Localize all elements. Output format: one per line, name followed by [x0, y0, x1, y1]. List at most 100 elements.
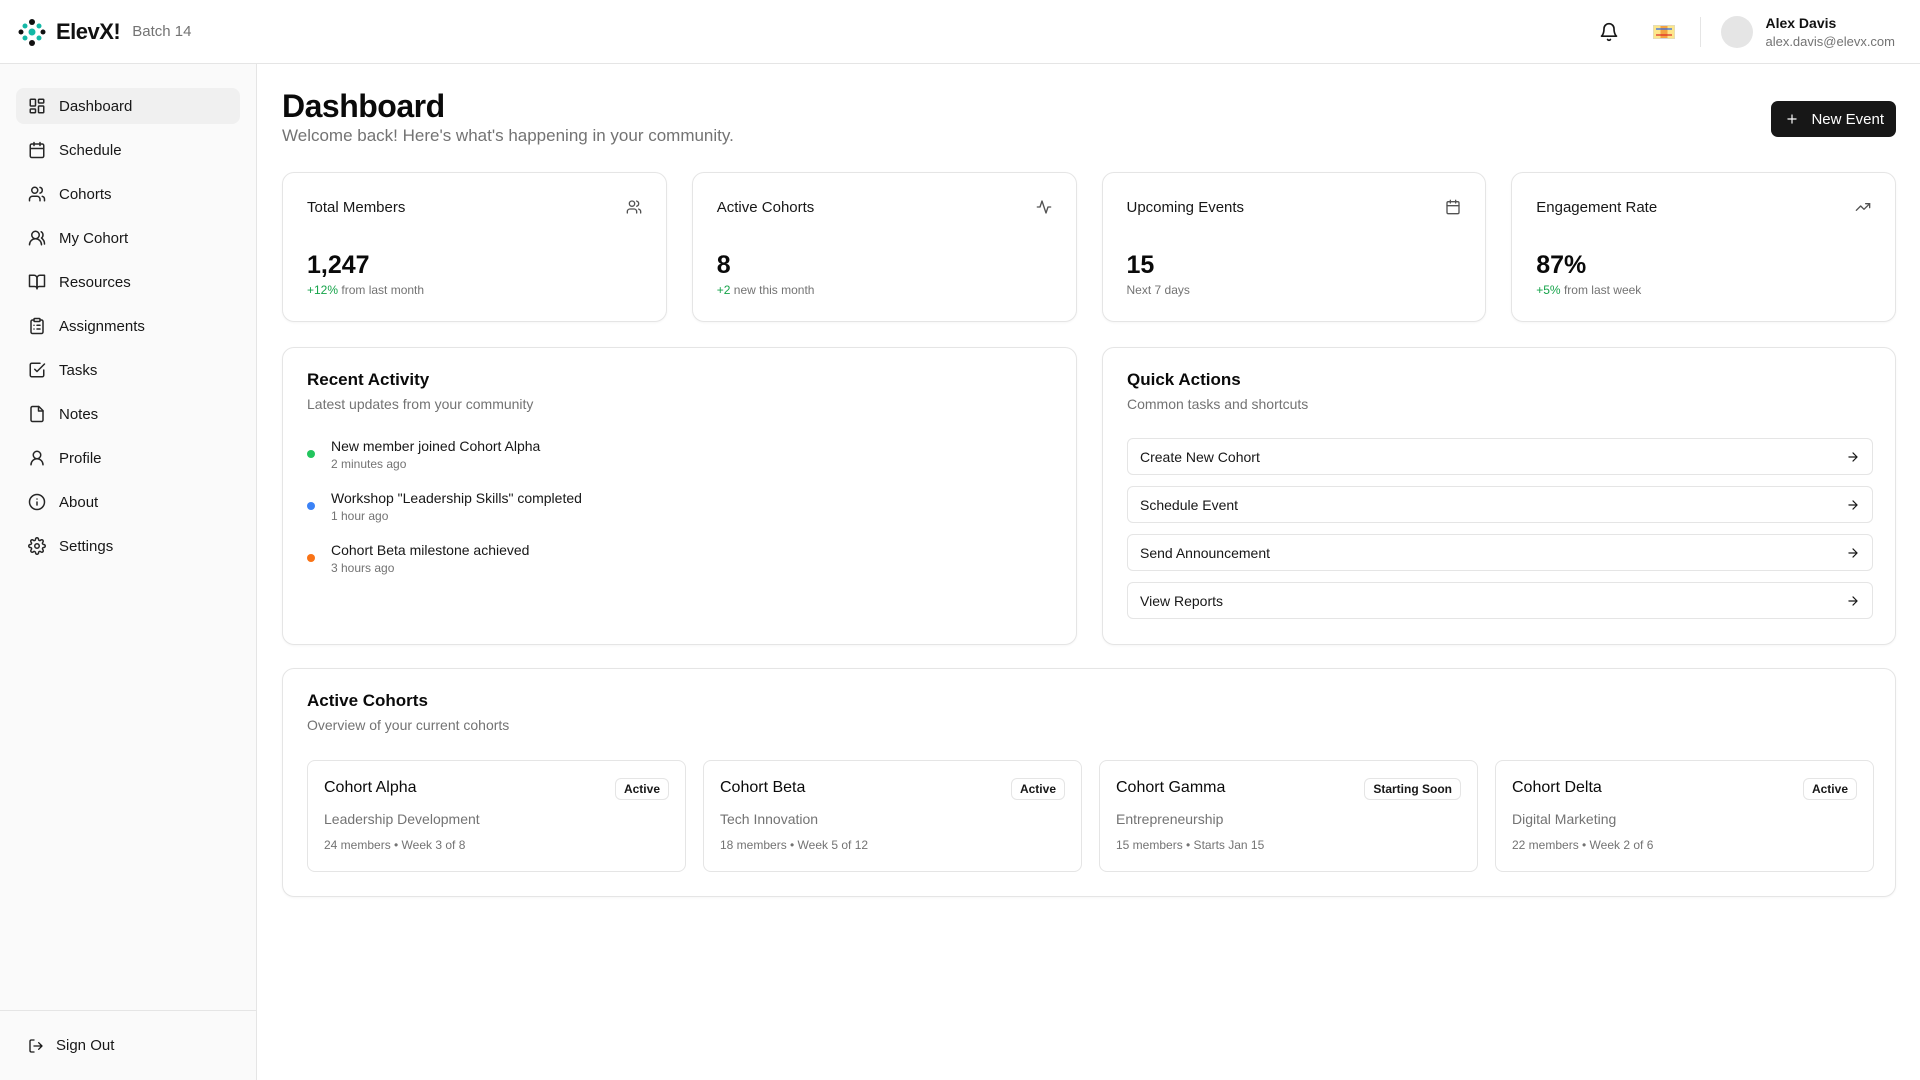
sidebar-item-schedule[interactable]: Schedule: [16, 132, 240, 168]
sidebar-item-label: Schedule: [59, 141, 122, 159]
sidebar-item-label: Assignments: [59, 317, 145, 335]
stat-value: 87%: [1536, 251, 1587, 279]
page-header: Dashboard Welcome back! Here's what's ha…: [282, 64, 1896, 172]
gear-icon: [28, 537, 46, 555]
users-icon: [626, 199, 642, 215]
bell-icon[interactable]: [1599, 22, 1619, 42]
cohort-meta: 24 members • Week 3 of 8: [324, 838, 466, 852]
sidebar-item-label: My Cohort: [59, 229, 129, 247]
cohort-card-beta[interactable]: Cohort Beta Active Tech Innovation 18 me…: [703, 760, 1082, 872]
stat-card-total-members: Total Members 1,247 +12% from last month: [282, 172, 667, 322]
dashboard-icon: [28, 97, 46, 115]
stat-card-active-cohorts: Active Cohorts 8 +2 new this month: [691, 172, 1077, 322]
quick-action-label: Schedule Event: [1140, 496, 1239, 513]
sidebar-item-assignments[interactable]: Assignments: [16, 308, 240, 344]
cohort-card-delta[interactable]: Cohort Delta Active Digital Marketing 22…: [1495, 760, 1874, 872]
sign-out-label: Sign Out: [56, 1037, 115, 1054]
batch-label: Batch 14: [132, 23, 192, 40]
send-announcement-button[interactable]: Send Announcement: [1127, 534, 1873, 571]
status-dot-blue: [307, 502, 315, 510]
note-icon: [28, 405, 46, 423]
top-header: ElevX! Batch 14 Alex Davis alex.davis@el…: [0, 0, 1920, 64]
sidebar-item-profile[interactable]: Profile: [16, 440, 240, 476]
status-badge: Starting Soon: [1364, 778, 1461, 800]
checkbox-icon: [28, 361, 46, 379]
sidebar-item-dashboard[interactable]: Dashboard: [16, 88, 240, 124]
sidebar-item-resources[interactable]: Resources: [16, 264, 240, 300]
sidebar-item-label: Notes: [59, 405, 99, 423]
cohort-meta: 22 members • Week 2 of 6: [1512, 838, 1654, 852]
list-item: New member joined Cohort Alpha 2 minutes…: [307, 438, 582, 490]
new-event-button[interactable]: New Event: [1771, 101, 1896, 137]
sidebar-item-label: Settings: [59, 537, 114, 555]
cohort-name: Cohort Gamma: [1116, 779, 1226, 796]
arrow-right-icon: [1846, 450, 1860, 464]
activity-time: 2 minutes ago: [331, 457, 407, 471]
sidebar-item-label: Cohorts: [59, 185, 112, 203]
activity-list: New member joined Cohort Alpha 2 minutes…: [307, 438, 582, 594]
cohort-grid: Cohort Alpha Active Leadership Developme…: [307, 760, 1874, 872]
cohort-name: Cohort Alpha: [324, 779, 417, 796]
cohort-card-alpha[interactable]: Cohort Alpha Active Leadership Developme…: [307, 760, 686, 872]
cohort-track: Digital Marketing: [1512, 811, 1617, 827]
flag-icon[interactable]: [1653, 24, 1676, 39]
section-title: Recent Activity: [307, 370, 430, 389]
active-cohorts-card: Active Cohorts Overview of your current …: [282, 668, 1896, 897]
sidebar-item-my-cohort[interactable]: My Cohort: [16, 220, 240, 256]
stat-delta: +5%: [1536, 283, 1561, 297]
sidebar-item-notes[interactable]: Notes: [16, 396, 240, 432]
status-dot-green: [307, 450, 315, 458]
stat-note-text: new this month: [730, 283, 815, 297]
stat-value: 1,247: [307, 251, 370, 279]
list-item: Cohort Beta milestone achieved 3 hours a…: [307, 542, 582, 594]
stat-title: Engagement Rate: [1536, 199, 1658, 216]
section-subtitle: Overview of your current cohorts: [307, 717, 510, 733]
stat-note: Next 7 days: [1127, 283, 1190, 297]
stat-value: 15: [1126, 251, 1155, 279]
sidebar-item-about[interactable]: About: [16, 484, 240, 520]
schedule-event-button[interactable]: Schedule Event: [1127, 486, 1873, 523]
sidebar-footer: Sign Out: [0, 1010, 256, 1080]
status-badge: Active: [1010, 778, 1065, 800]
avatar[interactable]: [1721, 15, 1754, 48]
activity-icon: [1036, 199, 1052, 215]
calendar-icon: [1445, 199, 1461, 215]
brand[interactable]: ElevX! Batch 14: [16, 16, 191, 48]
section-subtitle: Latest updates from your community: [307, 396, 534, 412]
stat-note-text: from last month: [338, 283, 425, 297]
sidebar-nav: Dashboard Schedule Cohorts My Cohort Res…: [0, 64, 256, 564]
sign-out-button[interactable]: Sign Out: [28, 1037, 114, 1054]
activity-text: New member joined Cohort Alpha: [331, 438, 541, 454]
sidebar-item-cohorts[interactable]: Cohorts: [16, 176, 240, 212]
arrow-right-icon: [1846, 546, 1860, 560]
sidebar-item-label: Tasks: [59, 361, 98, 379]
cohort-name: Cohort Beta: [720, 779, 806, 796]
activity-time: 3 hours ago: [331, 561, 395, 575]
cohort-track: Leadership Development: [324, 811, 480, 827]
info-icon: [28, 493, 46, 511]
section-subtitle: Common tasks and shortcuts: [1127, 396, 1309, 412]
stat-delta: +2: [716, 283, 731, 297]
stat-note: +12% from last month: [307, 283, 424, 297]
logo-icon: [16, 16, 48, 48]
sidebar-item-settings[interactable]: Settings: [16, 528, 240, 564]
cohort-card-gamma[interactable]: Cohort Gamma Starting Soon Entrepreneurs…: [1099, 760, 1478, 872]
cohort-name: Cohort Delta: [1512, 779, 1602, 796]
quick-action-label: Send Announcement: [1140, 544, 1270, 561]
sidebar-item-tasks[interactable]: Tasks: [16, 352, 240, 388]
status-badge: Active: [1802, 778, 1857, 800]
user-email: alex.davis@elevx.com: [1765, 33, 1895, 49]
create-new-cohort-button[interactable]: Create New Cohort: [1127, 438, 1873, 475]
user-info[interactable]: Alex Davis alex.davis@elevx.com: [1765, 15, 1895, 49]
user-group-icon: [28, 229, 46, 247]
section-title: Active Cohorts: [307, 691, 428, 710]
view-reports-button[interactable]: View Reports: [1127, 582, 1873, 619]
cohort-meta: 18 members • Week 5 of 12: [720, 838, 869, 852]
brand-name: ElevX!: [56, 18, 121, 44]
sidebar-item-label: Dashboard: [59, 97, 133, 115]
stat-note-text: Next 7 days: [1126, 283, 1190, 297]
stat-value: 8: [716, 251, 731, 279]
section-title: Quick Actions: [1127, 370, 1241, 389]
stat-card-upcoming-events: Upcoming Events 15 Next 7 days: [1101, 172, 1487, 322]
page-subtitle: Welcome back! Here's what's happening in…: [282, 126, 734, 145]
